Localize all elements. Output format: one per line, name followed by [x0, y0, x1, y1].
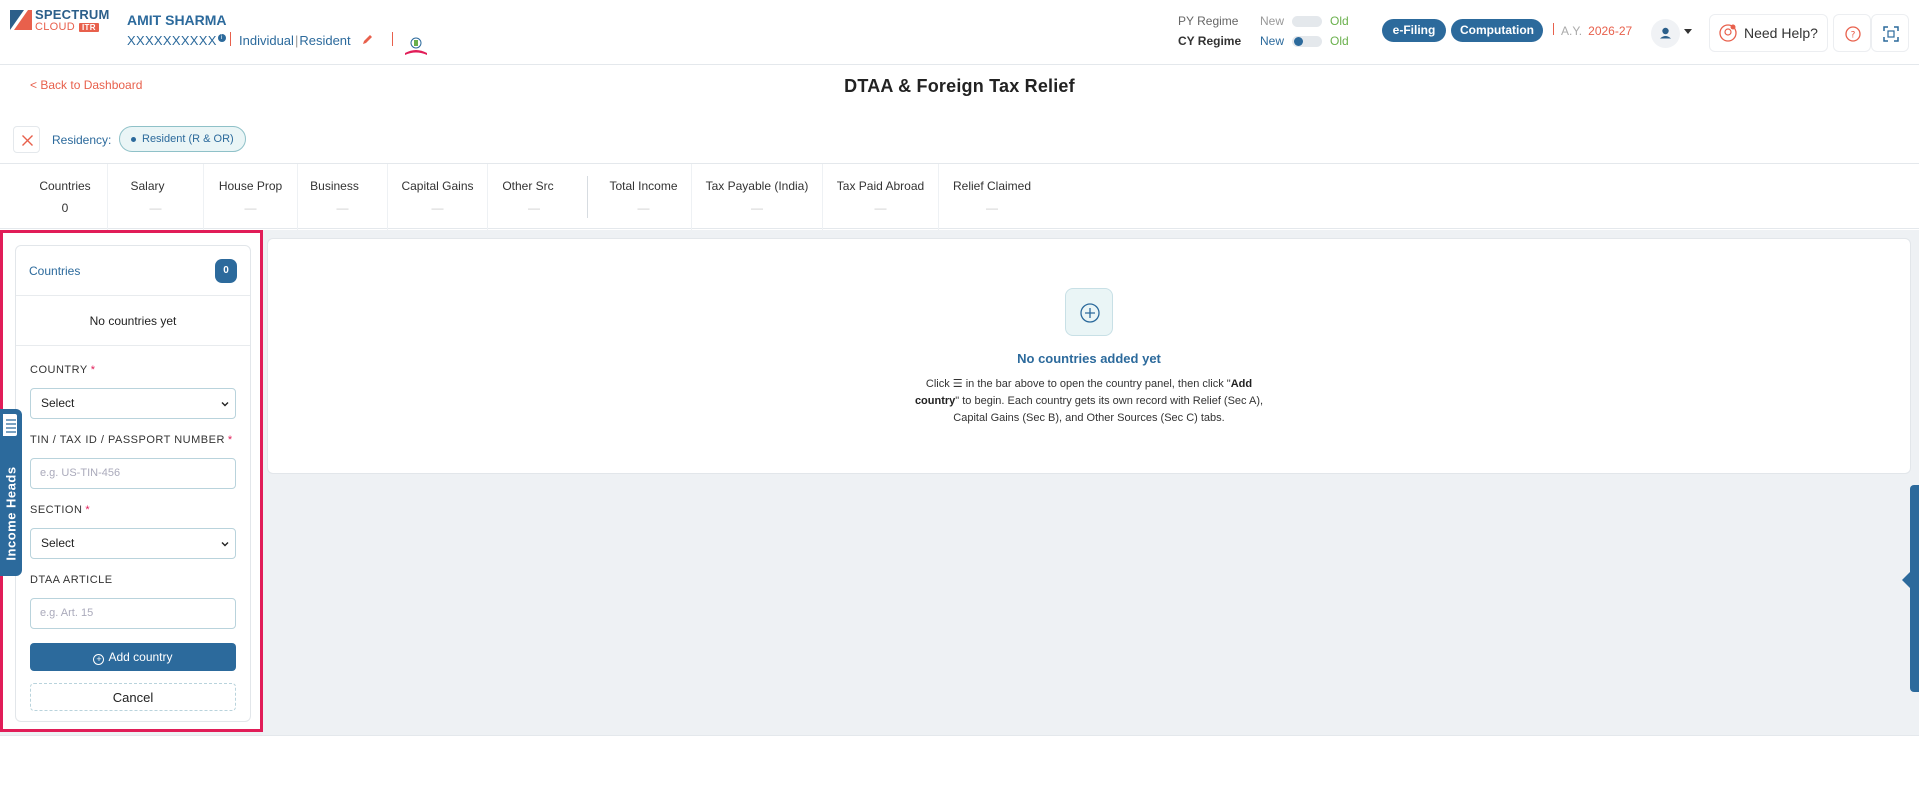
- summary-divider: [587, 176, 588, 218]
- chevron-down-icon[interactable]: [1684, 29, 1692, 34]
- right-panel-handle[interactable]: [1902, 485, 1919, 692]
- py-regime-switch[interactable]: [1292, 16, 1322, 27]
- cancel-button[interactable]: Cancel: [30, 683, 236, 711]
- plus-circle-icon: +: [93, 653, 105, 665]
- help-question-button[interactable]: ?: [1833, 14, 1871, 52]
- country-panel-header: Countries 0: [16, 246, 250, 296]
- scan-button[interactable]: [1871, 14, 1909, 52]
- residency-status-badge: Resident (R & OR): [119, 126, 246, 152]
- empty-state-title: No countries added yet: [1017, 351, 1161, 366]
- summary-strip: Countries 0 Salary — House Prop — Busine…: [0, 163, 1919, 230]
- no-countries-message: No countries yet: [16, 296, 250, 346]
- header-separator: [230, 32, 231, 46]
- residency-close-button[interactable]: [13, 126, 40, 153]
- ay-separator: [1553, 23, 1554, 35]
- summary-tax-paid-abroad: Tax Paid Abroad —: [823, 164, 939, 230]
- residency-label: Residency:: [52, 133, 112, 147]
- user-name: AMIT SHARMA: [127, 12, 227, 28]
- user-avatar[interactable]: [1651, 19, 1680, 48]
- logo-mark-icon: [10, 10, 32, 30]
- close-icon: [22, 135, 33, 146]
- country-label: COUNTRY *: [30, 364, 96, 376]
- need-help-button[interactable]: Need Help?: [1709, 14, 1828, 52]
- itr-badge: ITR: [79, 23, 99, 32]
- header-separator: [392, 32, 393, 46]
- question-icon: ?: [1845, 26, 1861, 42]
- assessment-year: A.Y. 2026-27: [1561, 24, 1633, 38]
- page-title: DTAA & Foreign Tax Relief: [844, 76, 1075, 96]
- summary-other-src: Other Src —: [502, 179, 554, 215]
- pan-info-icon[interactable]: i: [217, 34, 226, 42]
- svg-text:?: ?: [1851, 31, 1856, 41]
- user-type: Individual|Resident: [239, 33, 351, 48]
- tin-input[interactable]: e.g. US-TIN-456: [30, 458, 236, 489]
- chevron-down-icon: [221, 402, 229, 407]
- top-header: SPECTRUM CLOUD ITR AMIT SHARMA XXXXXXXXXX…: [0, 0, 1919, 65]
- summary-business: Business —: [298, 164, 388, 230]
- efiling-button[interactable]: e-Filing: [1382, 19, 1446, 42]
- edit-pencil-icon[interactable]: [362, 33, 374, 45]
- computation-button[interactable]: Computation: [1451, 19, 1543, 42]
- country-panel: Countries 0 No countries yet COUNTRY * Se…: [15, 245, 251, 722]
- user-icon: [1660, 27, 1671, 39]
- country-count-badge: 0: [215, 259, 237, 283]
- logo-sub: CLOUD ITR: [35, 21, 99, 34]
- countries-empty-card: No countries added yet Click ☰ in the ba…: [267, 238, 1911, 474]
- income-heads-tab[interactable]: Income Heads: [0, 409, 22, 576]
- add-country-button[interactable]: + Add country: [30, 643, 236, 671]
- section-label: SECTION *: [30, 504, 91, 516]
- dtaa-article-input[interactable]: e.g. Art. 15: [30, 598, 236, 629]
- tin-label: TIN / TAX ID / PASSPORT NUMBER *: [30, 434, 233, 446]
- logo-word: SPECTRUM: [35, 7, 110, 22]
- menu-lines-icon: [2, 413, 18, 437]
- chevron-down-icon: [221, 542, 229, 547]
- add-circle-icon[interactable]: [1065, 288, 1113, 336]
- summary-house-prop: House Prop —: [204, 164, 298, 230]
- cy-regime-switch[interactable]: [1292, 36, 1322, 47]
- spectrum-logo[interactable]: SPECTRUM CLOUD ITR: [10, 8, 112, 34]
- user-pan: XXXXXXXXXX i: [127, 33, 226, 48]
- dtaa-article-label: DTAA ARTICLE: [30, 574, 113, 586]
- summary-salary: Salary —: [108, 164, 204, 230]
- summary-countries: Countries 0: [23, 164, 108, 230]
- summary-tax-payable-india: Tax Payable (India) —: [692, 164, 823, 230]
- country-select[interactable]: Select: [30, 388, 236, 419]
- summary-total-income: Total Income —: [596, 164, 692, 230]
- empty-state-description: Click ☰ in the bar above to open the cou…: [914, 378, 1264, 424]
- scan-icon: [1883, 26, 1899, 42]
- it-department-emblem-icon: [405, 37, 427, 55]
- section-select[interactable]: Select: [30, 528, 236, 559]
- summary-capital-gains: Capital Gains —: [388, 164, 488, 230]
- summary-relief-claimed: Relief Claimed —: [952, 179, 1032, 215]
- support-agent-icon: [1719, 24, 1737, 42]
